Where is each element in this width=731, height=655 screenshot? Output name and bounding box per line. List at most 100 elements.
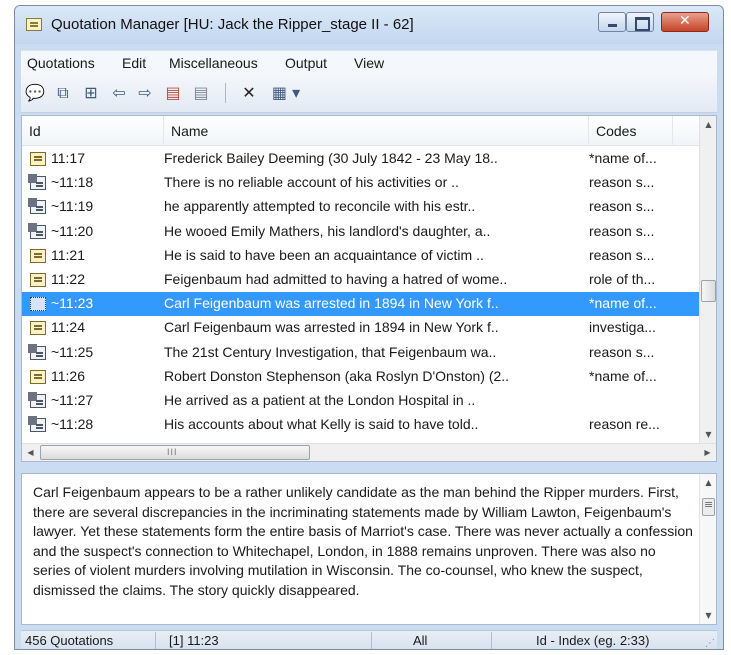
- horizontal-scroll-thumb[interactable]: III: [40, 445, 310, 460]
- menu-output[interactable]: Output: [285, 55, 327, 71]
- row-codes: reason s...: [589, 246, 655, 263]
- scroll-left-icon[interactable]: ◀: [22, 444, 39, 461]
- preview-scroll-down-icon[interactable]: ▼: [700, 607, 717, 624]
- row-id: ~11:20: [51, 222, 94, 239]
- table-row[interactable]: ~11:18 There is no reliable account of hi…: [22, 171, 699, 195]
- status-current-quotation: [1] 11:23: [169, 633, 219, 648]
- row-codes: reason s...: [589, 343, 655, 360]
- row-name: There is no reliable account of his acti…: [164, 174, 459, 191]
- scroll-down-icon[interactable]: ▼: [700, 426, 716, 443]
- row-name: Robert Donston Stephenson (aka Roslyn D'…: [164, 367, 510, 384]
- row-codes: role of th...: [589, 271, 656, 287]
- scroll-up-icon[interactable]: ▲: [700, 116, 716, 133]
- row-name: he apparently attempted to reconcile wit…: [164, 198, 476, 215]
- row-id: ~11:23: [51, 295, 94, 312]
- grid-red-icon[interactable]: ▤: [163, 84, 183, 102]
- menu-bar: Quotations Edit Miscellaneous Output Vie…: [21, 50, 717, 74]
- status-quotation-count: 456 Quotations: [25, 633, 114, 648]
- table-row[interactable]: ~11:27 He arrived as a patient at the Lon…: [22, 389, 699, 413]
- maximize-button[interactable]: [626, 12, 654, 32]
- menu-view[interactable]: View: [354, 55, 384, 71]
- table-row[interactable]: ~11:28 His accounts about what Kelly is s…: [22, 413, 699, 437]
- delete-x-icon[interactable]: ✕: [239, 84, 259, 102]
- row-codes: *name of...: [589, 367, 657, 384]
- view-dropdown-icon[interactable]: ▦ ▾: [271, 84, 301, 102]
- row-id: ~11:25: [51, 343, 94, 360]
- row-name: The 21st Century Investigation, that Fei…: [164, 343, 497, 360]
- resize-grip-icon[interactable]: ⋰: [705, 638, 715, 649]
- minimize-button[interactable]: [598, 12, 626, 32]
- row-codes: *name of...: [589, 295, 657, 312]
- preview-scroll-thumb[interactable]: [702, 498, 715, 516]
- table-row[interactable]: 11:21 He is said to have been an acquaint…: [22, 244, 699, 268]
- speech-bubble-icon[interactable]: 💬: [25, 84, 45, 102]
- scroll-grip: III: [167, 447, 178, 457]
- list-header: Id Name Codes: [22, 116, 699, 146]
- table-row[interactable]: ~11:19 he apparently attempted to reconci…: [22, 195, 699, 219]
- row-id: 11:17: [51, 150, 85, 166]
- window-title: Quotation Manager [HU: Jack the Ripper_s…: [51, 16, 414, 33]
- row-codes: *name of...: [589, 150, 657, 166]
- menu-quotations[interactable]: Quotations: [27, 55, 95, 71]
- row-codes: investiga...: [589, 319, 656, 336]
- table-row[interactable]: 11:17 Frederick Bailey Deeming (30 July 1…: [22, 147, 699, 171]
- row-name: Carl Feigenbaum was arrested in 1894 in …: [164, 295, 499, 312]
- quotation-manager-window: Quotation Manager [HU: Jack the Ripper_s…: [14, 5, 724, 650]
- column-header-id[interactable]: Id: [22, 116, 164, 146]
- tree-icon[interactable]: ⊞: [81, 84, 101, 102]
- row-codes: reason s...: [589, 198, 655, 215]
- quotation-text-preview[interactable]: Carl Feigenbaum appears to be a rather u…: [21, 473, 717, 625]
- row-name: He arrived as a patient at the London Ho…: [164, 392, 476, 408]
- arrow-right-icon[interactable]: ⇨: [135, 84, 155, 102]
- pane-splitter[interactable]: [21, 464, 717, 472]
- column-header-name[interactable]: Name: [164, 116, 589, 146]
- row-codes: reason s...: [589, 222, 655, 239]
- table-row[interactable]: ~11:23 Carl Feigenbaum was arrested in 18…: [22, 292, 699, 317]
- quotation-app-icon: [26, 18, 42, 31]
- row-name: He wooed Emily Mathers, his landlord's d…: [164, 222, 491, 239]
- grid-gray-icon[interactable]: ▤: [191, 84, 211, 102]
- row-id: 11:26: [51, 367, 85, 384]
- row-name: Feigenbaum had admitted to having a hatr…: [164, 271, 508, 287]
- status-sort-order: Id - Index (eg. 2:33): [536, 633, 650, 648]
- row-codes: reason re...: [589, 416, 660, 433]
- status-separator: [155, 632, 156, 649]
- table-row[interactable]: 11:24 Carl Feigenbaum was arrested in 189…: [22, 316, 699, 340]
- menu-edit[interactable]: Edit: [122, 55, 146, 71]
- row-id: 11:24: [51, 319, 85, 336]
- table-row[interactable]: ~11:25 The 21st Century Investigation, th…: [22, 341, 699, 365]
- table-row[interactable]: 11:26 Robert Donston Stephenson (aka Rosl…: [22, 365, 699, 389]
- row-id: ~11:28: [51, 416, 94, 433]
- preview-text: Carl Feigenbaum appears to be a rather u…: [33, 484, 693, 598]
- vertical-scrollbar[interactable]: ▲ ▼: [699, 116, 716, 443]
- menu-miscellaneous[interactable]: Miscellaneous: [169, 55, 258, 71]
- close-button[interactable]: [661, 12, 709, 32]
- arrow-left-icon[interactable]: ⇦: [109, 84, 129, 102]
- row-id: ~11:19: [51, 198, 94, 215]
- status-separator: [491, 632, 492, 649]
- row-id: ~11:18: [51, 174, 94, 191]
- title-bar[interactable]: Quotation Manager [HU: Jack the Ripper_s…: [15, 6, 723, 44]
- row-id: ~11:27: [51, 392, 94, 408]
- toolbar-separator: [225, 83, 226, 103]
- table-row[interactable]: 11:22 Feigenbaum had admitted to having a…: [22, 268, 699, 292]
- row-codes: reason s...: [589, 174, 655, 191]
- horizontal-scrollbar[interactable]: ◀ III ▶: [22, 443, 716, 461]
- row-id: 11:22: [51, 271, 85, 287]
- copy-windows-icon[interactable]: ⧉: [53, 84, 73, 102]
- row-name: Frederick Bailey Deeming (30 July 1842 -…: [164, 150, 498, 166]
- scroll-right-icon[interactable]: ▶: [699, 444, 716, 461]
- row-name: Carl Feigenbaum was arrested in 1894 in …: [164, 319, 499, 336]
- toolbar: 💬 ⧉ ⊞ ⇦ ⇨ ▤ ▤ ✕ ▦ ▾: [21, 74, 717, 113]
- table-row[interactable]: ~11:20 He wooed Emily Mathers, his landlo…: [22, 220, 699, 244]
- vertical-scroll-thumb[interactable]: [701, 280, 716, 302]
- quotation-list[interactable]: Id Name Codes 11:17 Frederick Bailey Deem…: [21, 115, 717, 462]
- column-header-codes[interactable]: Codes: [589, 116, 673, 146]
- preview-scrollbar[interactable]: ▲ ▼: [699, 474, 716, 624]
- status-filter: All: [413, 633, 428, 648]
- status-separator: [371, 632, 372, 649]
- preview-scroll-up-icon[interactable]: ▲: [700, 474, 717, 491]
- row-name: His accounts about what Kelly is said to…: [164, 416, 479, 433]
- row-id: 11:21: [51, 246, 85, 263]
- status-bar: 456 Quotations [1] 11:23 All Id - Index …: [21, 630, 717, 649]
